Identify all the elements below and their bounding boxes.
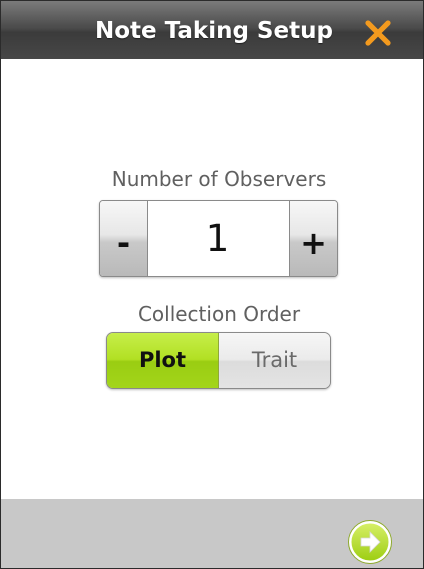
next-button[interactable] [348,520,392,564]
setup-window: Note Taking Setup Number of Observers - … [0,0,424,569]
arrow-right-circle-icon [348,520,392,564]
collection-order-label: Collection Order [137,302,301,326]
decrement-button[interactable]: - [100,201,148,276]
increment-button[interactable]: + [289,201,337,276]
observers-label: Number of Observers [111,167,327,191]
window-title: Note Taking Setup [95,18,333,44]
observers-count-input[interactable] [148,201,287,276]
close-button[interactable] [363,18,393,48]
plus-icon: + [300,224,327,262]
trait-option-button[interactable]: Trait [219,333,330,388]
plot-option-button[interactable]: Plot [107,333,219,388]
minus-icon: - [116,224,131,262]
title-bar: Note Taking Setup [1,1,423,59]
collection-order-toggle: Plot Trait [106,332,331,389]
observers-stepper: - + [99,200,338,277]
close-x-icon [365,20,391,46]
